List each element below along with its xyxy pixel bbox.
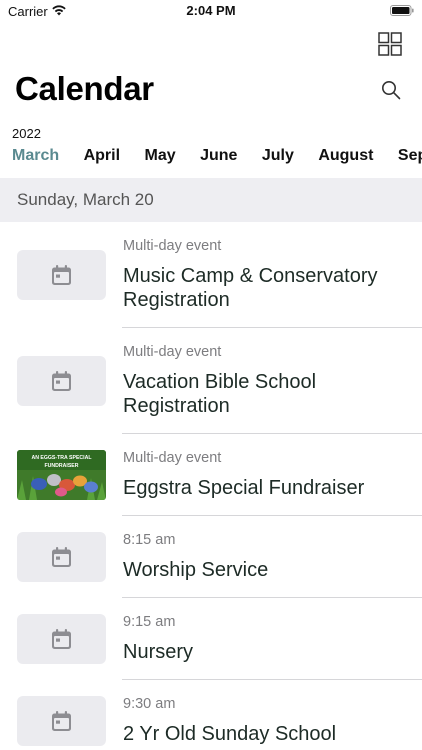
- event-title: Nursery: [123, 641, 194, 663]
- status-time: 2:04 PM: [186, 3, 236, 18]
- month-tab-september[interactable]: Sep: [398, 147, 422, 165]
- event-title: Vacation Bible School Registration: [123, 371, 317, 417]
- event-title: Worship Service: [123, 559, 269, 581]
- event-thumbnail: [17, 696, 106, 746]
- calendar-icon: [52, 711, 71, 731]
- status-bar: Carrier 2:04 PM: [0, 0, 422, 24]
- event-row[interactable]: Multi-day event Music Camp & Conservator…: [0, 222, 422, 328]
- month-tab-june[interactable]: June: [200, 147, 237, 165]
- event-image: AN EGGS-TRA SPECIAL FUNDRAISER: [17, 450, 106, 500]
- calendar-icon: [52, 371, 71, 391]
- month-tab-august[interactable]: August: [318, 147, 373, 165]
- date-section-header: Sunday, March 20: [0, 178, 422, 222]
- event-thumbnail: [17, 250, 106, 300]
- event-time: 9:15 am: [123, 614, 176, 630]
- month-tab-march[interactable]: March: [12, 147, 59, 165]
- event-row[interactable]: 9:15 am Nursery: [0, 598, 422, 680]
- event-title: 2 Yr Old Sunday School: [123, 723, 337, 745]
- calendar-icon: [52, 547, 71, 567]
- event-time: Multi-day event: [123, 238, 222, 254]
- event-row[interactable]: 9:30 am 2 Yr Old Sunday School: [0, 680, 422, 750]
- image-caption: FUNDRAISER: [44, 463, 78, 469]
- image-caption: AN EGGS-TRA SPECIAL: [31, 455, 92, 461]
- event-title: Music Camp & Conservatory Registration: [123, 265, 378, 311]
- event-row[interactable]: 8:15 am Worship Service: [0, 516, 422, 598]
- calendar-icon: [52, 265, 71, 285]
- event-time: Multi-day event: [123, 344, 222, 360]
- battery-icon: [390, 5, 414, 16]
- grid-view-icon[interactable]: [378, 32, 402, 56]
- month-tab-may[interactable]: May: [144, 147, 175, 165]
- event-thumbnail: [17, 532, 106, 582]
- event-row[interactable]: AN EGGS-TRA SPECIAL FUNDRAISER Multi-day…: [0, 434, 422, 516]
- calendar-icon: [52, 629, 71, 649]
- date-section-label: Sunday, March 20: [17, 190, 154, 209]
- search-icon[interactable]: [381, 80, 401, 100]
- month-tab-july[interactable]: July: [262, 147, 294, 165]
- year-label: 2022: [12, 126, 41, 141]
- event-row[interactable]: Multi-day event Vacation Bible School Re…: [0, 328, 422, 434]
- event-time: 8:15 am: [123, 532, 176, 548]
- eggs-on-grass-image: AN EGGS-TRA SPECIAL FUNDRAISER: [17, 450, 106, 500]
- month-tab-april[interactable]: April: [84, 147, 120, 165]
- event-time: Multi-day event: [123, 450, 222, 466]
- event-thumbnail: [17, 614, 106, 664]
- page-title: Calendar: [15, 70, 154, 107]
- event-title: Eggstra Special Fundraiser: [123, 477, 365, 499]
- month-tabs: March April May June July August Sep: [12, 147, 422, 169]
- event-thumbnail: [17, 356, 106, 406]
- event-time: 9:30 am: [123, 696, 176, 712]
